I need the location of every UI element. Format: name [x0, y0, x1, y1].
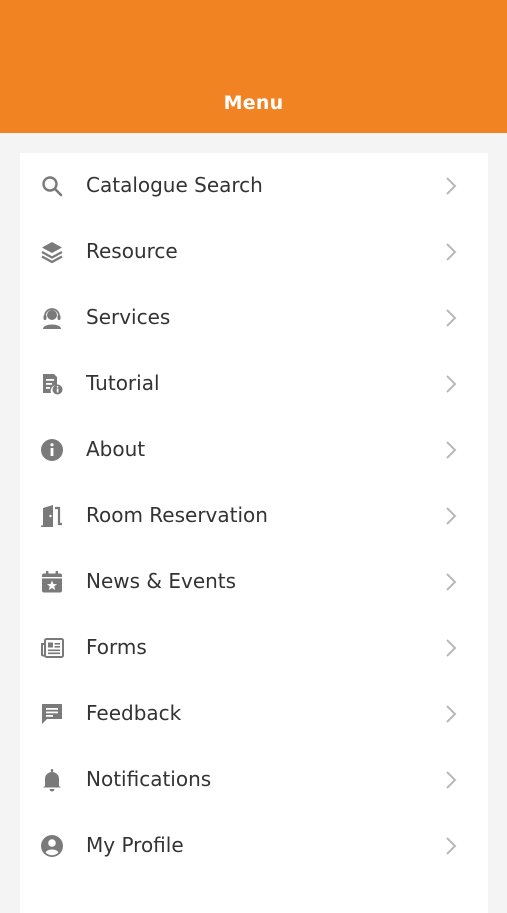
chevron-right-icon: [444, 242, 458, 262]
menu-item-label: News & Events: [86, 569, 237, 593]
menu-item-label: Feedback: [86, 701, 182, 725]
menu-item-label: Services: [86, 305, 171, 329]
info-icon: [40, 438, 64, 462]
chevron-right-icon: [444, 176, 458, 196]
menu-item-news-events[interactable]: News & Events: [20, 549, 488, 615]
menu-item-label: Resource: [86, 239, 178, 263]
chevron-right-icon: [444, 506, 458, 526]
page-title: Menu: [223, 92, 284, 114]
menu-item-catalogue-search[interactable]: Catalogue Search: [20, 153, 488, 219]
chevron-right-icon: [444, 836, 458, 856]
menu-item-room-reservation[interactable]: Room Reservation: [20, 483, 488, 549]
menu-item-feedback[interactable]: Feedback: [20, 681, 488, 747]
document-info-icon: [40, 372, 64, 396]
account-circle-icon: [40, 834, 64, 858]
chevron-right-icon: [444, 770, 458, 790]
search-icon: [40, 174, 64, 198]
chevron-right-icon: [444, 572, 458, 592]
chevron-right-icon: [444, 704, 458, 724]
menu-item-notifications[interactable]: Notifications: [20, 747, 488, 813]
chevron-right-icon: [444, 308, 458, 328]
calendar-star-icon: [40, 570, 64, 594]
app-header: Menu: [0, 0, 507, 133]
chat-feedback-icon: [40, 702, 64, 726]
menu-item-forms[interactable]: Forms: [20, 615, 488, 681]
bell-icon: [40, 768, 64, 792]
menu-item-label: Room Reservation: [86, 503, 268, 527]
chevron-right-icon: [444, 440, 458, 460]
menu-list: Catalogue Search Resource Services Tutor…: [20, 153, 488, 913]
menu-item-label: About: [86, 437, 146, 461]
menu-item-about[interactable]: About: [20, 417, 488, 483]
chevron-right-icon: [444, 638, 458, 658]
menu-item-my-profile[interactable]: My Profile: [20, 813, 488, 879]
menu-item-label: Forms: [86, 635, 147, 659]
menu-item-tutorial[interactable]: Tutorial: [20, 351, 488, 417]
door-icon: [40, 504, 64, 528]
newspaper-icon: [40, 636, 64, 660]
menu-item-resource[interactable]: Resource: [20, 219, 488, 285]
menu-item-label: Tutorial: [86, 371, 160, 395]
layers-icon: [40, 240, 64, 264]
chevron-right-icon: [444, 374, 458, 394]
menu-item-label: Notifications: [86, 767, 212, 791]
menu-item-label: Catalogue Search: [86, 173, 263, 197]
menu-item-label: My Profile: [86, 833, 184, 857]
support-agent-icon: [40, 306, 64, 330]
menu-item-services[interactable]: Services: [20, 285, 488, 351]
